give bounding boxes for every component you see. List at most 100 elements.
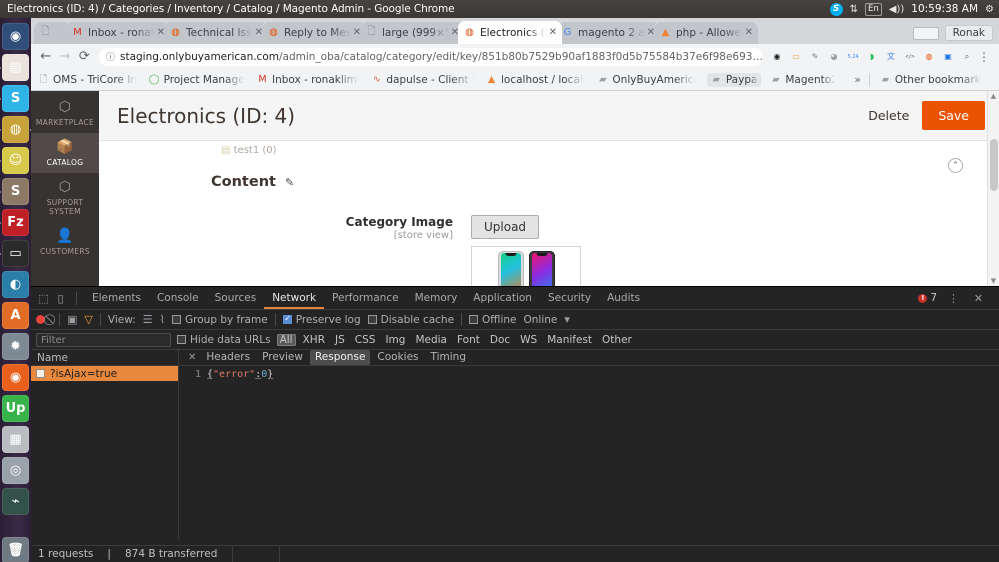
request-detail-tab-cookies[interactable]: Cookies [372,350,423,365]
devtools-menu-icon[interactable]: ⋮ [945,292,962,305]
site-info-icon[interactable]: ⓘ [106,50,115,63]
page-scrollbar[interactable]: ▲ ▼ [987,91,999,286]
request-detail-tab-timing[interactable]: Timing [426,350,471,365]
resource-type-filter-ws[interactable]: WS [517,334,540,346]
content-section-header[interactable]: Content ✎ [99,156,999,190]
browser-tab[interactable]: ◍ Electronics (ID:✕ [458,21,562,44]
bookmark-item[interactable]: ▰ Magento2 [769,74,835,86]
clock[interactable]: 10:59:38 AM [911,3,978,15]
address-bar[interactable]: ⓘ staging.onlybuyamerican.com /admin_oba… [98,47,764,66]
chrome-menu-icon[interactable]: ⋮ [974,50,994,64]
firefox-icon[interactable]: ◉ [2,364,29,391]
screen-capture-extension-icon[interactable]: ▭ [789,50,803,64]
devtools-tab-console[interactable]: Console [149,287,207,309]
magento-extension-icon[interactable]: ◍ [922,50,936,64]
tab-close-icon[interactable]: ✕ [743,27,753,38]
adblock-extension-icon[interactable]: ◉ [770,50,784,64]
filter-icon[interactable]: ▽ [84,313,92,326]
resource-type-filter-manifest[interactable]: Manifest [544,334,595,346]
browser-tab[interactable]: Gmagento 2 allo✕ [556,21,660,44]
resource-type-filter-doc[interactable]: Doc [487,334,513,346]
bookmark-item[interactable]: ∿ dapulse - Client P [370,74,474,86]
bookmark-item[interactable]: ▲ localhost / localh [485,74,586,86]
request-name-column-header[interactable]: Name [31,350,178,366]
category-tree-item[interactable]: ▤ test1 (0) [99,141,999,156]
error-count-badge[interactable]: ! 7 [918,292,937,304]
volume-tray-icon[interactable]: ◀)) [889,4,905,15]
group-by-frame-checkbox[interactable]: Group by frame [172,314,268,326]
sidebar-item-catalog[interactable]: 📦 CATALOG [31,133,99,173]
resource-type-filter-other[interactable]: Other [599,334,635,346]
devtools-close-icon[interactable]: ✕ [970,292,987,305]
resource-type-filter-css[interactable]: CSS [352,334,379,346]
back-button[interactable]: ← [36,49,55,64]
inspect-element-icon[interactable]: ⬚ [35,292,52,305]
devtools-tab-sources[interactable]: Sources [207,287,265,309]
edit-pencil-icon[interactable]: ✎ [285,176,294,189]
resource-type-filter-font[interactable]: Font [454,334,483,346]
account-extension-icon[interactable]: ◕ [827,50,841,64]
hide-data-urls-checkbox[interactable]: Hide data URLs [177,334,271,346]
request-detail-tab-preview[interactable]: Preview [257,350,308,365]
network-tray-icon[interactable]: ⇅ [850,4,858,15]
scroll-down-arrow-icon[interactable]: ▼ [988,276,999,286]
evernote-extension-icon[interactable]: ◗ [865,50,879,64]
colorzilla-extension-icon[interactable]: ✎ [808,50,822,64]
translate-extension-icon[interactable]: 文 [884,50,898,64]
devtools-tab-audits[interactable]: Audits [599,287,648,309]
devtools-tab-performance[interactable]: Performance [324,287,407,309]
request-detail-tab-headers[interactable]: Headers [201,350,255,365]
upload-button[interactable]: Upload [471,215,540,239]
offline-checkbox[interactable]: Offline [469,314,517,326]
profile-button[interactable]: Ronak [944,25,993,41]
mysql-workbench-icon[interactable]: ◐ [2,271,29,298]
request-row[interactable]: ?isAjax=true [31,366,178,381]
skype-icon[interactable]: S [2,85,29,112]
chevron-down-icon[interactable]: ▾ [564,313,570,326]
toggle-device-toolbar-icon[interactable]: ▯ [52,292,69,305]
browser-tab[interactable]: ◍Reply to Messa✕ [262,21,366,44]
sidebar-item-customers[interactable]: 👤 CUSTOMERS [31,222,99,262]
devtools-tab-elements[interactable]: Elements [84,287,149,309]
system-monitor-icon[interactable]: ⌁ [2,488,29,515]
devtools-tab-application[interactable]: Application [465,287,540,309]
category-image-preview[interactable] [471,246,581,286]
settings-icon[interactable]: ✹ [2,333,29,360]
preserve-log-checkbox[interactable]: Preserve log [282,314,361,326]
close-detail-icon[interactable]: ✕ [183,352,201,363]
view-list-icon[interactable]: ☰ [143,313,153,326]
resource-type-filter-all[interactable]: All [276,333,296,346]
bookmarks-overflow-icon[interactable]: » [854,73,861,86]
collapse-section-icon[interactable]: ⌃ [948,158,963,173]
keyboard-layout-icon[interactable]: En [865,2,882,16]
bookmark-item[interactable]: ◯ Project Manager [148,74,245,86]
disk-usage-icon[interactable]: ◎ [2,457,29,484]
terminal-icon[interactable]: ▭ [2,240,29,267]
delete-button[interactable]: Delete [868,108,909,123]
toolbox-icon[interactable]: A [2,302,29,329]
save-button[interactable]: Save [922,101,985,130]
disable-cache-checkbox[interactable]: Disable cache [367,314,454,326]
bookmark-item[interactable]: M Inbox - ronaklimb [256,74,359,86]
speed-extension-icon[interactable]: 5.24 [846,50,860,64]
record-network-log-icon[interactable] [36,315,45,324]
skype-tray-icon[interactable]: S [829,2,843,16]
capture-screenshots-icon[interactable]: ▣ [67,313,77,326]
response-json[interactable]: {"error":0} [207,369,273,380]
postman-icon[interactable]: ☺ [2,147,29,174]
upwork-icon[interactable]: Up [2,395,29,422]
session-menu-icon[interactable]: ⚙ [985,4,994,15]
devtools-tab-memory[interactable]: Memory [407,287,466,309]
resource-type-filter-xhr[interactable]: XHR [300,334,328,346]
view-waterfall-icon[interactable]: ⌇ [160,313,165,326]
google-chrome-icon[interactable]: ◍ [2,116,29,143]
reload-button[interactable]: ⟳ [75,49,94,64]
request-detail-tab-response[interactable]: Response [309,350,371,365]
browser-tab[interactable]: MInbox - ronaklim✕ [66,21,170,44]
sidebar-item-support-system[interactable]: ⬡ SUPPORT SYSTEM [31,173,99,222]
resource-type-filter-img[interactable]: Img [382,334,408,346]
scroll-up-arrow-icon[interactable]: ▲ [988,91,999,101]
ubuntu-dash-icon[interactable]: ◉ [2,23,29,50]
files-icon[interactable]: ▤ [2,54,29,81]
scrollbar-thumb[interactable] [990,139,998,191]
